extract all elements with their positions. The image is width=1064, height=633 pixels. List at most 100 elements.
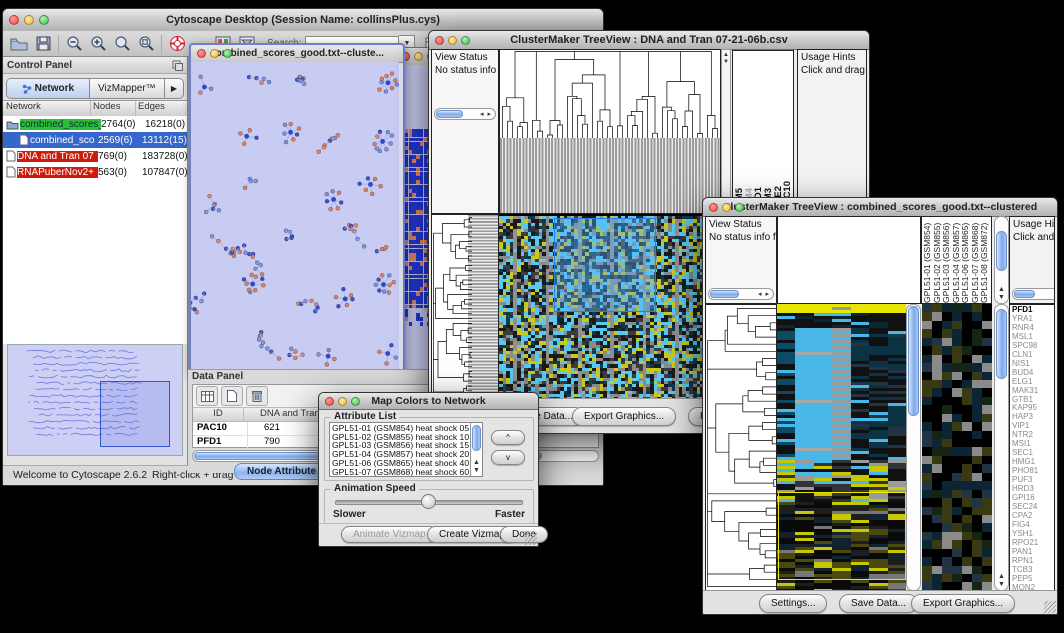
close-button[interactable] (197, 49, 206, 58)
scrollbar-thumb[interactable] (472, 425, 481, 451)
zoom-in-button[interactable] (86, 33, 110, 55)
attribute-list-vscrollbar[interactable]: ▲▼ (470, 423, 482, 476)
network-tree-filler (3, 180, 187, 344)
tv1-row-dendrogram[interactable] (431, 214, 499, 399)
network-window-titlebar[interactable]: combined_scores_good.txt--cluste... (191, 45, 403, 63)
tv2-heatmap-selection[interactable] (778, 492, 906, 580)
tv2-usage-hints-panel: Usage Hints Click and drag to (1009, 216, 1055, 304)
float-panel-icon[interactable] (172, 60, 183, 71)
main-titlebar: Cytoscape Desktop (Session Name: collins… (3, 9, 603, 32)
tv2-zoom-heatmap[interactable] (922, 304, 992, 591)
tv1-column-dendrogram[interactable] (499, 49, 721, 214)
tv1-export-graphics-button[interactable]: Export Graphics... (572, 407, 676, 426)
minimize-button[interactable] (338, 397, 347, 406)
treeview1-titlebar[interactable]: ClusterMaker TreeView : DNA and Tran 07-… (429, 31, 869, 50)
scrollbar-arrows[interactable]: ▲▼ (995, 286, 1008, 302)
tv2-column-label[interactable]: GPL51-02 (GSM855) (933, 217, 943, 303)
tv2-column-label[interactable]: GPL51-06 (GSM865) (961, 217, 971, 303)
tv2-settings-button[interactable]: Settings... (759, 594, 827, 613)
network-tree-row[interactable]: RNAPuberNov2+563(0)107847(0) (3, 164, 187, 180)
tv2-collabel-vscrollbar[interactable]: ▲▼ (994, 216, 1009, 304)
tv2-heat-vscrollbar[interactable] (906, 304, 921, 591)
zoom-button[interactable] (351, 397, 360, 406)
zoom-button[interactable] (461, 36, 470, 45)
network-canvas[interactable] (191, 62, 399, 371)
save-button[interactable] (31, 33, 55, 55)
tv2-usage-hscrollbar[interactable] (1012, 288, 1055, 300)
network-table-header: Network Nodes Edges (3, 100, 187, 117)
file-icon (6, 150, 16, 162)
zoom-out-button[interactable] (62, 33, 86, 55)
minimize-button[interactable] (722, 203, 731, 212)
scrollbar-thumb[interactable] (996, 231, 1007, 271)
resize-grip[interactable] (525, 533, 537, 545)
minimize-button[interactable] (24, 15, 34, 25)
scrollbar-arrows[interactable]: ▲▼ (471, 459, 482, 475)
minimize-button[interactable] (414, 52, 423, 61)
overview-viewport-rect[interactable] (100, 381, 170, 447)
speed-slider-thumb[interactable] (421, 494, 436, 509)
animate-vizmap-button[interactable]: Animate Vizmap (341, 526, 438, 543)
tv2-column-label[interactable]: GPL51-04 (GSM857) (952, 217, 962, 303)
tv2-export-graphics-button[interactable]: Export Graphics... (911, 594, 1015, 613)
close-button[interactable] (9, 15, 19, 25)
tv1-heatmap-selection[interactable] (554, 218, 656, 312)
close-button[interactable] (435, 36, 444, 45)
attribute-item[interactable]: GPL51-01 (GSM854) heat shock 05 min (332, 424, 482, 433)
tv2-column-label[interactable]: GPL51-08 (GSM872) (980, 217, 990, 303)
tv2-column-label[interactable]: GPL51-07 (GSM868) (971, 217, 981, 303)
zoom-actual-button[interactable] (110, 33, 134, 55)
tv2-column-label[interactable]: GPL51-03 (GSM856) (942, 217, 952, 303)
network-name: DNA and Tran 07 (17, 151, 98, 162)
toolbar-separator (161, 35, 162, 53)
attribute-list[interactable]: GPL51-01 (GSM854) heat shock 05 minGPL51… (329, 422, 483, 477)
tab-overflow-button[interactable]: ▶ (164, 79, 183, 98)
network-tree-row[interactable]: DNA and Tran 07769(0)183728(0) (3, 148, 187, 164)
open-file-button[interactable] (7, 33, 31, 55)
attribute-item[interactable]: GPL51-06 (GSM865) heat shock 40 min (332, 459, 482, 468)
attribute-item[interactable]: GPL51-02 (GSM855) heat shock 10 min (332, 433, 482, 442)
treeview2-titlebar[interactable]: ClusterMaker TreeView : combined_scores_… (703, 198, 1057, 217)
zoom-button[interactable] (223, 49, 232, 58)
zoom-button[interactable] (735, 203, 744, 212)
tv2-status-hscrollbar[interactable]: ◂ ▸ (708, 288, 774, 300)
scrollbar-thumb[interactable] (1014, 290, 1035, 298)
attribute-item[interactable]: GPL51-04 (GSM857) heat shock 20 min (332, 450, 482, 459)
help-button[interactable] (165, 33, 189, 55)
move-down-button[interactable]: v (491, 450, 525, 465)
new-attribute-button[interactable] (221, 386, 243, 406)
scrollbar-arrows[interactable]: ◂ ▸ (758, 289, 770, 301)
done-button[interactable]: Done (500, 526, 548, 543)
column-dendrogram-svg (500, 50, 720, 138)
tv2-row-dendrogram[interactable] (705, 304, 777, 591)
tv2-save-data-button[interactable]: Save Data... (839, 594, 918, 613)
delete-attribute-button[interactable] (246, 386, 268, 406)
tab-network[interactable]: Network (7, 79, 90, 98)
tv1-col-scroll-arrows[interactable]: ▲▼ (721, 49, 731, 214)
tv2-column-label[interactable]: GPL51-01 (GSM854) (923, 217, 933, 303)
network-overview[interactable] (7, 344, 183, 456)
dialog-titlebar[interactable]: Map Colors to Network (319, 393, 538, 410)
attribute-item[interactable]: GPL51-07 (GSM868) heat shock 60 min (332, 468, 482, 477)
minimize-button[interactable] (210, 49, 219, 58)
scrollbar-arrows[interactable]: ◂ ▸ (480, 109, 492, 121)
scrollbar-thumb[interactable] (436, 110, 463, 118)
close-button[interactable] (325, 397, 334, 406)
minimize-button[interactable] (448, 36, 457, 45)
close-button[interactable] (709, 203, 718, 212)
scrollbar-thumb[interactable] (996, 309, 1007, 379)
scrollbar-thumb[interactable] (908, 306, 919, 416)
tv2-zoom-vscrollbar[interactable]: ▲▼ (994, 304, 1009, 591)
network-tree-row[interactable]: combined_sco2569(6)13112(15) (3, 132, 187, 148)
scrollbar-thumb[interactable] (710, 290, 739, 298)
tv1-status-hscrollbar[interactable]: ◂ ▸ (434, 108, 496, 120)
network-tree-row[interactable]: combined_scores_2764(0)16218(0) (3, 116, 187, 132)
move-up-button[interactable]: ^ (491, 430, 525, 445)
attribute-item[interactable]: GPL51-03 (GSM856) heat shock 15 min (332, 441, 482, 450)
resize-grip[interactable] (1044, 601, 1056, 613)
tab-vizmapper[interactable]: VizMapper™ (90, 79, 164, 98)
scrollbar-arrows[interactable]: ▲▼ (995, 573, 1008, 589)
select-attributes-button[interactable] (196, 386, 218, 406)
zoom-fit-button[interactable] (134, 33, 158, 55)
zoom-button[interactable] (39, 15, 49, 25)
